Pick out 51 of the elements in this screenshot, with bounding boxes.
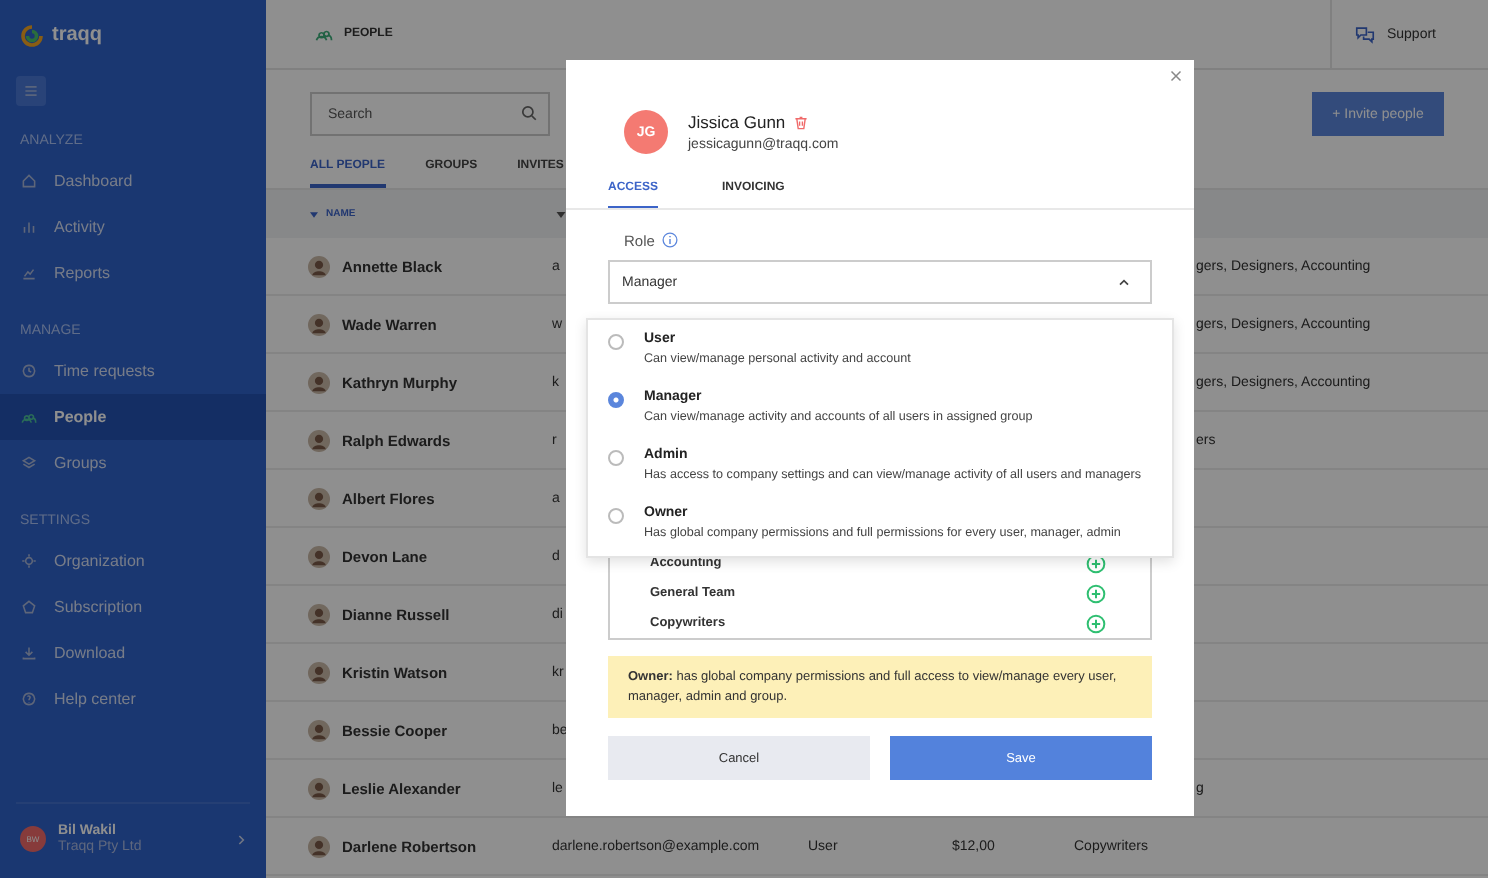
avatar bbox=[308, 429, 330, 451]
nav-item[interactable]: Activity bbox=[0, 204, 266, 250]
add-icon[interactable] bbox=[1086, 613, 1106, 633]
radio-button[interactable] bbox=[608, 450, 624, 466]
nav-icon bbox=[20, 552, 38, 570]
caret-icon bbox=[1118, 278, 1130, 286]
nav-icon bbox=[20, 264, 38, 282]
search-icon bbox=[520, 104, 538, 122]
avatar bbox=[308, 603, 330, 625]
nav-icon bbox=[20, 362, 38, 380]
radio-button[interactable] bbox=[608, 334, 624, 350]
add-icon[interactable] bbox=[1086, 583, 1106, 603]
avatar bbox=[308, 545, 330, 567]
nav-item[interactable]: People bbox=[0, 394, 266, 440]
user-name: Jissica Gunn bbox=[688, 112, 786, 132]
nav-item[interactable]: Download bbox=[0, 630, 266, 676]
sort-caret-icon bbox=[310, 211, 318, 217]
nav-item[interactable]: Subscription bbox=[0, 584, 266, 630]
avatar bbox=[308, 719, 330, 741]
radio-button[interactable] bbox=[608, 508, 624, 524]
nav-icon bbox=[20, 172, 38, 190]
nav-item[interactable]: Reports bbox=[0, 250, 266, 296]
nav-item[interactable]: Help center bbox=[0, 676, 266, 722]
brand-name: traqq bbox=[52, 24, 102, 46]
nav-icon bbox=[20, 408, 38, 426]
avatar bbox=[308, 835, 330, 857]
menu-button[interactable] bbox=[16, 76, 46, 106]
avatar bbox=[308, 255, 330, 277]
info-icon bbox=[662, 232, 679, 248]
avatar bbox=[308, 487, 330, 509]
nav-icon bbox=[20, 218, 38, 236]
radio-button[interactable] bbox=[608, 392, 624, 408]
nav-icon bbox=[20, 690, 38, 708]
nav-item[interactable]: Organization bbox=[0, 538, 266, 584]
chevron-right-icon bbox=[238, 833, 246, 845]
chat-icon bbox=[1354, 23, 1377, 45]
trash-icon[interactable] bbox=[793, 115, 808, 129]
avatar bbox=[308, 777, 330, 799]
sort-caret-icon bbox=[556, 211, 566, 217]
nav-icon bbox=[20, 598, 38, 616]
nav-item[interactable]: Groups bbox=[0, 440, 266, 486]
avatar bbox=[308, 371, 330, 393]
avatar bbox=[308, 313, 330, 335]
nav-icon bbox=[20, 644, 38, 662]
menu-icon bbox=[24, 84, 38, 98]
logo-icon bbox=[20, 23, 44, 47]
nav-item[interactable]: Time requests bbox=[0, 348, 266, 394]
avatar bbox=[308, 661, 330, 683]
nav-item[interactable]: Dashboard bbox=[0, 158, 266, 204]
close-icon[interactable] bbox=[1170, 70, 1182, 82]
nav-icon bbox=[20, 454, 38, 472]
